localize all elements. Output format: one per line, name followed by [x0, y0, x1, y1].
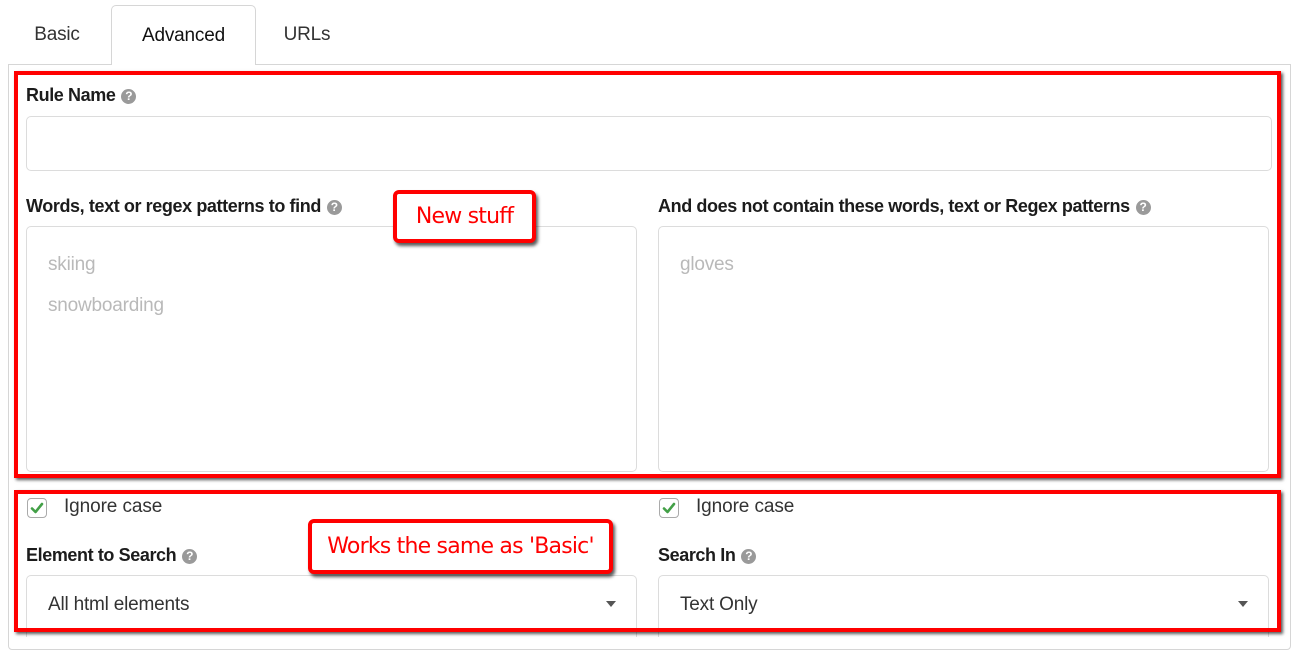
element-to-search-label: Element to Search? [26, 545, 198, 566]
help-icon[interactable]: ? [121, 89, 137, 104]
tab-urls[interactable]: URLs [272, 5, 342, 63]
placeholder-line: gloves [680, 254, 734, 275]
ignore-case-exclude-checkbox[interactable] [659, 498, 679, 518]
find-patterns-label-text: Words, text or regex patterns to find [26, 196, 321, 216]
exclude-patterns-textarea[interactable]: gloves [658, 226, 1269, 472]
help-icon[interactable]: ? [1135, 200, 1151, 215]
help-icon[interactable]: ? [741, 549, 757, 564]
exclude-patterns-label-text: And does not contain these words, text o… [658, 196, 1130, 216]
ignore-case-find-checkbox[interactable] [27, 498, 47, 518]
search-in-label: Search In? [658, 545, 757, 566]
search-in-label-text: Search In [658, 545, 736, 565]
find-patterns-label: Words, text or regex patterns to find? [26, 196, 342, 217]
placeholder-line: snowboarding [48, 295, 164, 316]
help-icon[interactable]: ? [326, 200, 342, 215]
search-in-select[interactable]: Text Only [658, 575, 1269, 637]
checkmark-icon [662, 502, 676, 514]
placeholder-line: skiing [48, 254, 96, 275]
rule-name-label-text: Rule Name [26, 85, 116, 105]
exclude-patterns-label: And does not contain these words, text o… [658, 196, 1151, 217]
element-to-search-select[interactable]: All html elements [26, 575, 637, 637]
tab-advanced[interactable]: Advanced [111, 5, 256, 65]
tab-basic[interactable]: Basic [22, 5, 92, 63]
find-patterns-textarea[interactable]: skiing snowboarding [26, 226, 637, 472]
advanced-panel: Rule Name? Words, text or regex patterns… [8, 64, 1291, 650]
rule-name-input[interactable] [26, 116, 1272, 171]
element-to-search-label-text: Element to Search [26, 545, 177, 565]
caret-down-icon [606, 601, 616, 607]
callout-works-same: Works the same as 'Basic' [308, 519, 613, 574]
ignore-case-find-label[interactable]: Ignore case [64, 496, 162, 518]
element-to-search-value: All html elements [48, 594, 190, 615]
checkmark-icon [30, 502, 44, 514]
rule-name-label: Rule Name? [26, 85, 137, 106]
caret-down-icon [1238, 601, 1248, 607]
help-icon[interactable]: ? [182, 549, 198, 564]
search-in-value: Text Only [680, 594, 758, 615]
callout-new-stuff: New stuff [393, 190, 536, 243]
ignore-case-exclude-label[interactable]: Ignore case [696, 496, 794, 518]
